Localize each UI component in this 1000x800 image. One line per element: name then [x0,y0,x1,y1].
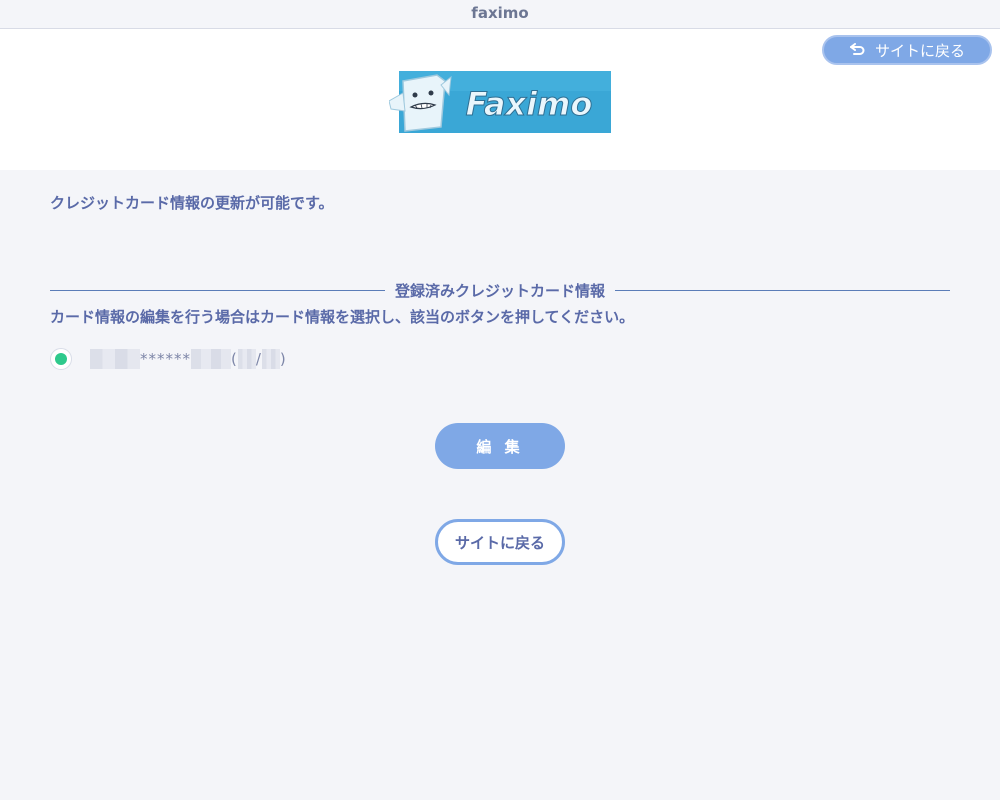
divider-right [615,289,951,291]
instruction-text: カード情報の編集を行う場合はカード情報を選択し、該当のボタンを押してください。 [50,308,635,326]
back-to-site-bottom-button[interactable]: サイトに戻る [435,519,565,565]
logo-wordmark: Faximo [466,85,593,123]
section-heading: 登録済みクレジットカード情報 [50,278,951,302]
card-number-masked-prefix [90,349,140,369]
card-option[interactable]: ****** ( / ) [50,346,287,372]
edit-button[interactable]: 編 集 [435,423,565,469]
site-header: サイトに戻る Faximo [0,29,1000,170]
card-expiry-open: ( [231,350,238,368]
faximo-logo: Faximo [389,71,611,133]
card-number-masked-suffix [191,349,231,369]
card-expiry-month [237,349,256,369]
card-radio[interactable] [50,348,72,370]
main-content: クレジットカード情報の更新が可能です。 登録済みクレジットカード情報 カード情報… [0,170,1000,800]
window-title: faximo [0,0,1000,29]
intro-text: クレジットカード情報の更新が可能です。 [50,194,334,212]
card-expiry-close: ) [279,350,287,368]
card-number-masked-middle: ****** [140,350,191,368]
section-title: 登録済みクレジットカード情報 [395,281,606,300]
return-arrow-icon [849,43,865,55]
card-number: ****** ( / ) [90,349,287,369]
card-expiry-year [261,349,280,369]
back-to-site-label: サイトに戻る [874,41,965,60]
radio-dot-icon [55,353,67,365]
divider-left [50,289,385,291]
back-to-site-button[interactable]: サイトに戻る [822,35,992,65]
